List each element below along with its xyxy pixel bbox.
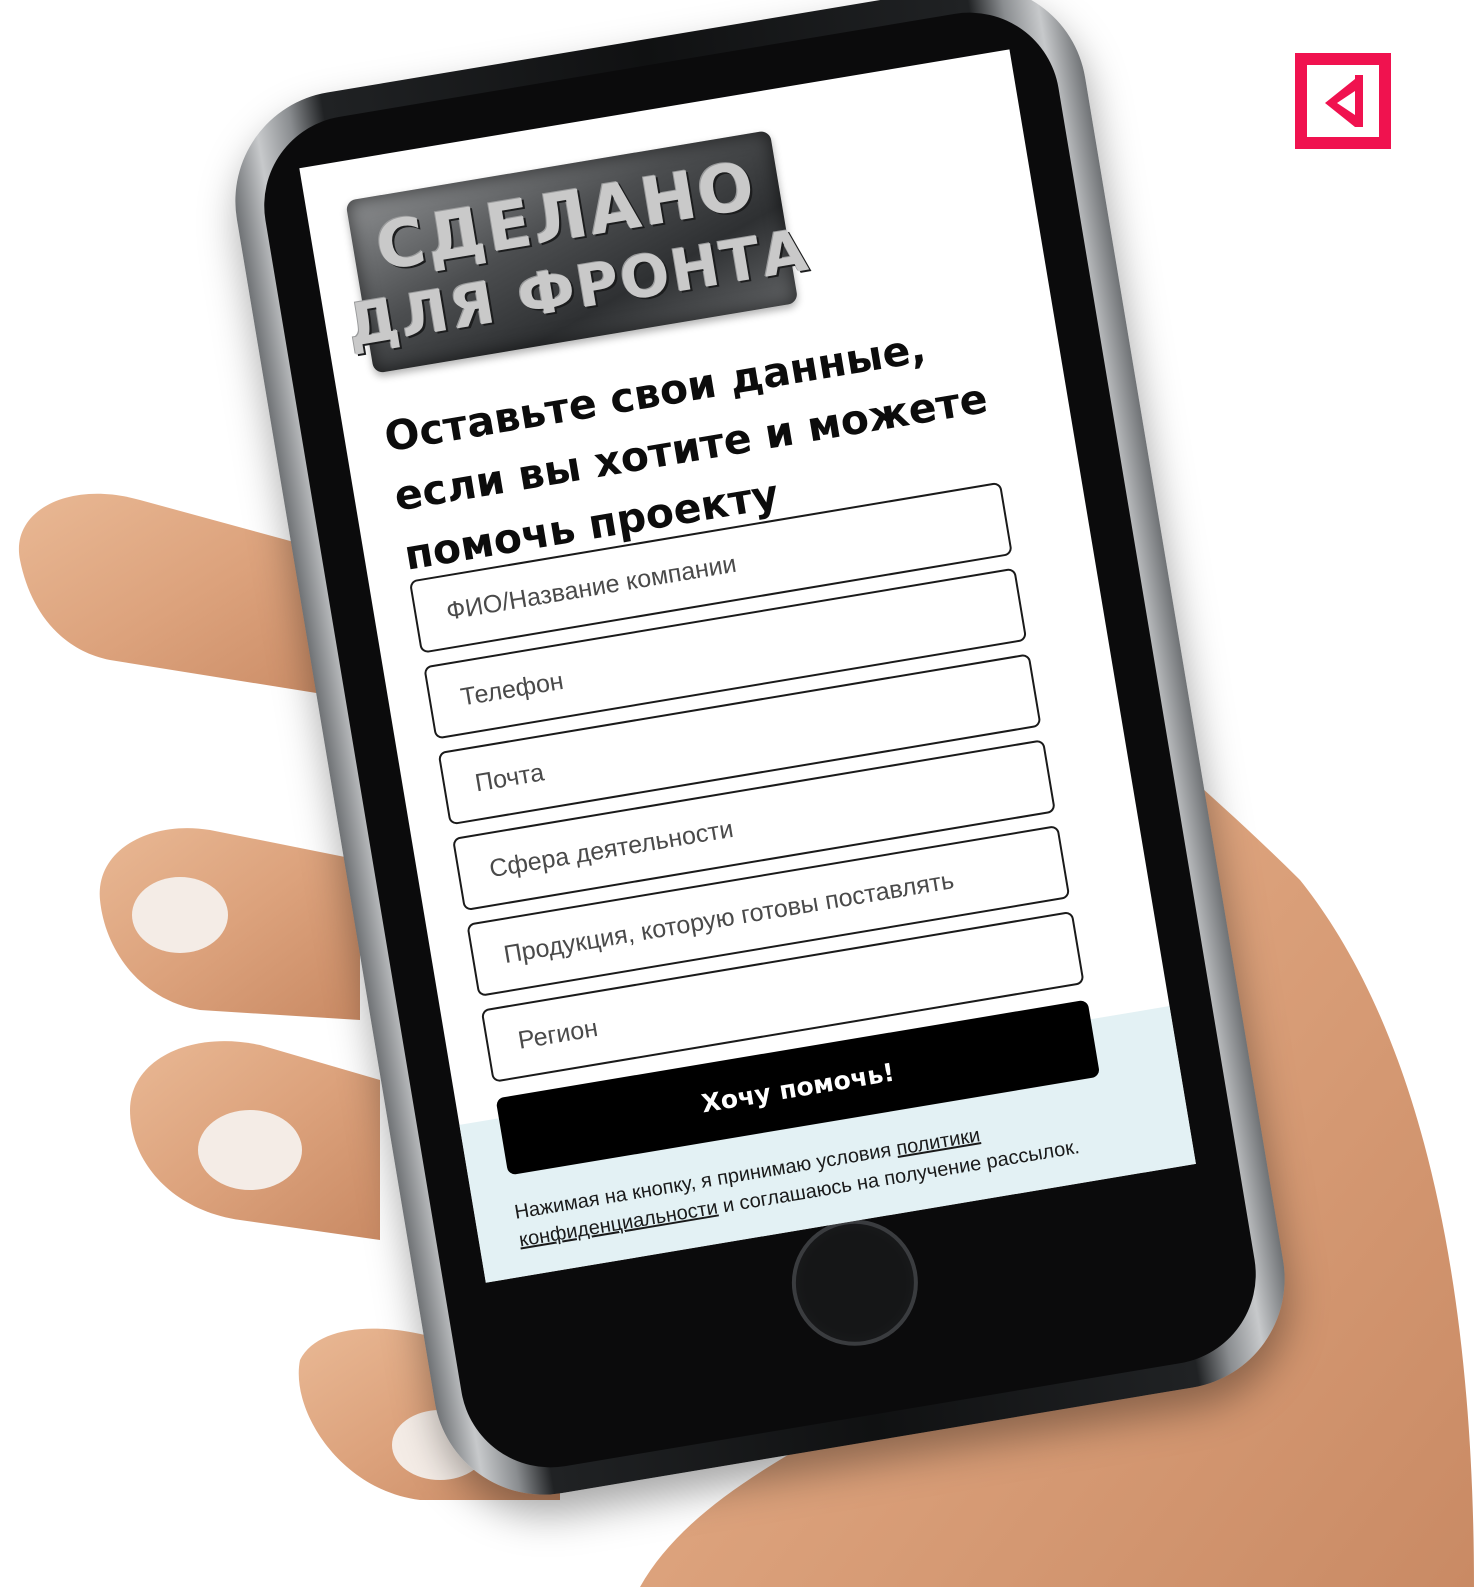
nail (132, 877, 228, 953)
bracket-arrow-icon (1295, 53, 1391, 149)
home-button[interactable] (782, 1210, 928, 1356)
hero-stamp-logo: СДЕЛАНО ДЛЯ ФРОНТА (342, 130, 814, 374)
